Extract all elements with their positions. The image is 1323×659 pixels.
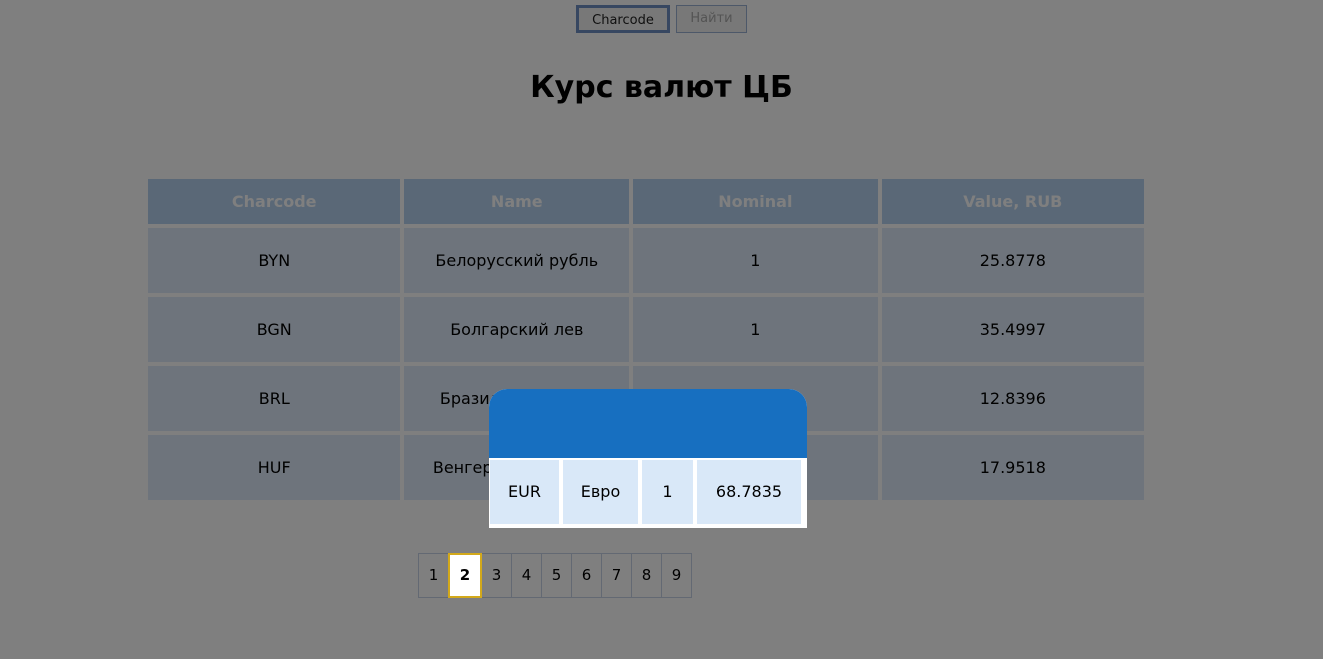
- currency-detail-modal: EUR Евро 1 68.7835: [489, 389, 807, 528]
- modal-cell-name: Евро: [563, 460, 638, 524]
- modal-cell-charcode: EUR: [490, 460, 559, 524]
- page-link-2-active[interactable]: 2: [448, 553, 482, 598]
- modal-cell-nominal: 1: [642, 460, 693, 524]
- modal-currency-row: EUR Евро 1 68.7835: [489, 460, 807, 526]
- page: Charcode Найти Курс валют ЦБ Charcode Na…: [0, 0, 1323, 659]
- modal-header: [489, 389, 807, 458]
- modal-cell-value: 68.7835: [697, 460, 801, 524]
- modal-backdrop[interactable]: [0, 0, 1323, 659]
